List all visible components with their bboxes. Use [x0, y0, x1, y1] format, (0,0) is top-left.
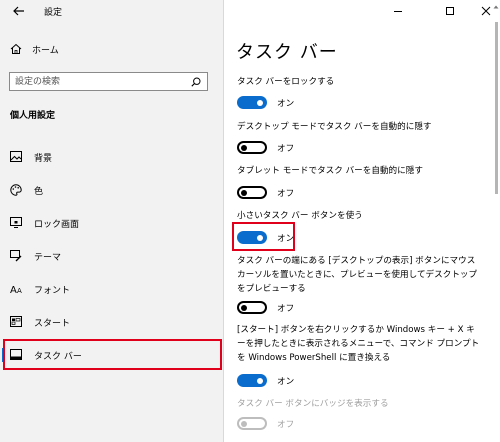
sidebar-item-fonts[interactable]: A A フォント — [0, 277, 220, 301]
sidebar-item-label: ロック画面 — [34, 220, 80, 230]
toggle-powershell[interactable] — [237, 374, 267, 387]
toggle-knob — [241, 304, 247, 311]
toggle-knob — [257, 234, 263, 241]
toggle-knob — [241, 420, 247, 427]
close-icon[interactable] — [478, 3, 494, 19]
sidebar-item-label: 色 — [34, 187, 44, 197]
toggle-state-label: オフ — [277, 420, 295, 430]
sidebar-item-themes[interactable]: テーマ — [0, 244, 220, 268]
nav-home[interactable]: ホーム — [10, 41, 210, 59]
search-box[interactable] — [9, 72, 208, 91]
toggle-autohide-desktop[interactable] — [237, 141, 267, 154]
theme-brush-icon — [10, 250, 22, 262]
minimize-icon[interactable] — [390, 3, 406, 19]
search-icon[interactable] — [191, 77, 201, 87]
sidebar-item-start[interactable]: スタート — [0, 310, 220, 334]
picture-icon — [10, 151, 22, 162]
home-icon — [10, 43, 22, 54]
setting-autohide-desktop-label: デスクトップ モードでタスク バーを自動的に隠す — [237, 122, 432, 132]
toggle-state-label: オフ — [277, 189, 295, 199]
lock-screen-icon — [10, 217, 22, 228]
sidebar-item-taskbar[interactable]: タスク バー — [0, 343, 220, 367]
toggle-knob — [257, 99, 263, 106]
sidebar-item-colors[interactable]: 色 — [0, 178, 220, 202]
sidebar-item-label: テーマ — [34, 253, 62, 263]
scroll-up-icon[interactable] — [493, 4, 499, 10]
toggle-knob — [241, 144, 247, 151]
maximize-icon[interactable] — [442, 3, 458, 19]
setting-powershell-label: [スタート] ボタンを右クリックするか Windows キー + X キーを押し… — [237, 325, 480, 363]
selection-indicator — [2, 348, 5, 362]
toggle-lock-taskbar[interactable] — [237, 96, 267, 109]
svg-text:A: A — [10, 285, 17, 294]
setting-small-buttons-label: 小さいタスク バー ボタンを使う — [237, 211, 363, 221]
setting-lock-taskbar-label: タスク バーをロックする — [237, 77, 335, 87]
page-title: タスク バー — [236, 42, 338, 63]
sidebar-item-lock-screen[interactable]: ロック画面 — [0, 211, 220, 235]
toggle-state-label: オン — [277, 99, 295, 109]
nav-home-label: ホーム — [32, 46, 59, 56]
toggle-state-label: オン — [277, 234, 295, 244]
toggle-knob — [241, 189, 247, 196]
toggle-knob — [257, 377, 263, 384]
font-icon: A A — [10, 285, 22, 294]
toggle-state-label: オン — [277, 377, 295, 387]
scrollbar-thumb[interactable] — [495, 22, 498, 194]
toggle-peek-desktop[interactable] — [237, 301, 267, 314]
sidebar-item-label: 背景 — [34, 154, 53, 164]
back-arrow-icon[interactable] — [12, 4, 26, 18]
toggle-state-label: オフ — [277, 304, 295, 314]
sidebar-item-label: スタート — [34, 319, 71, 329]
app-title: 設定 — [44, 8, 63, 18]
toggle-state-label: オフ — [277, 144, 295, 154]
svg-text:A: A — [17, 287, 22, 294]
toggle-small-buttons[interactable] — [237, 231, 267, 244]
sidebar-item-label: フォント — [34, 286, 71, 296]
setting-peek-desktop-label: タスク バーの端にある [デスクトップの表示] ボタンにマウス カーソルを置いた… — [237, 256, 478, 294]
toggle-badges[interactable] — [237, 417, 267, 430]
sidebar: 設定 ホーム 個人用設定 背景 色 ロ — [0, 0, 224, 442]
toggle-autohide-tablet[interactable] — [237, 186, 267, 199]
main-pane: タスク バー タスク バーをロックする オン デスクトップ モードでタスク バー… — [224, 0, 500, 442]
sidebar-item-background[interactable]: 背景 — [0, 145, 220, 169]
sidebar-item-label: タスク バー — [34, 352, 82, 362]
setting-autohide-tablet-label: タブレット モードでタスク バーを自動的に隠す — [237, 166, 423, 176]
start-icon — [10, 316, 22, 327]
taskbar-icon — [10, 349, 22, 360]
section-title: 個人用設定 — [10, 111, 56, 121]
setting-badges-label: タスク バー ボタンにバッジを表示する — [237, 399, 389, 409]
search-input[interactable] — [15, 75, 175, 88]
palette-icon — [10, 184, 22, 196]
